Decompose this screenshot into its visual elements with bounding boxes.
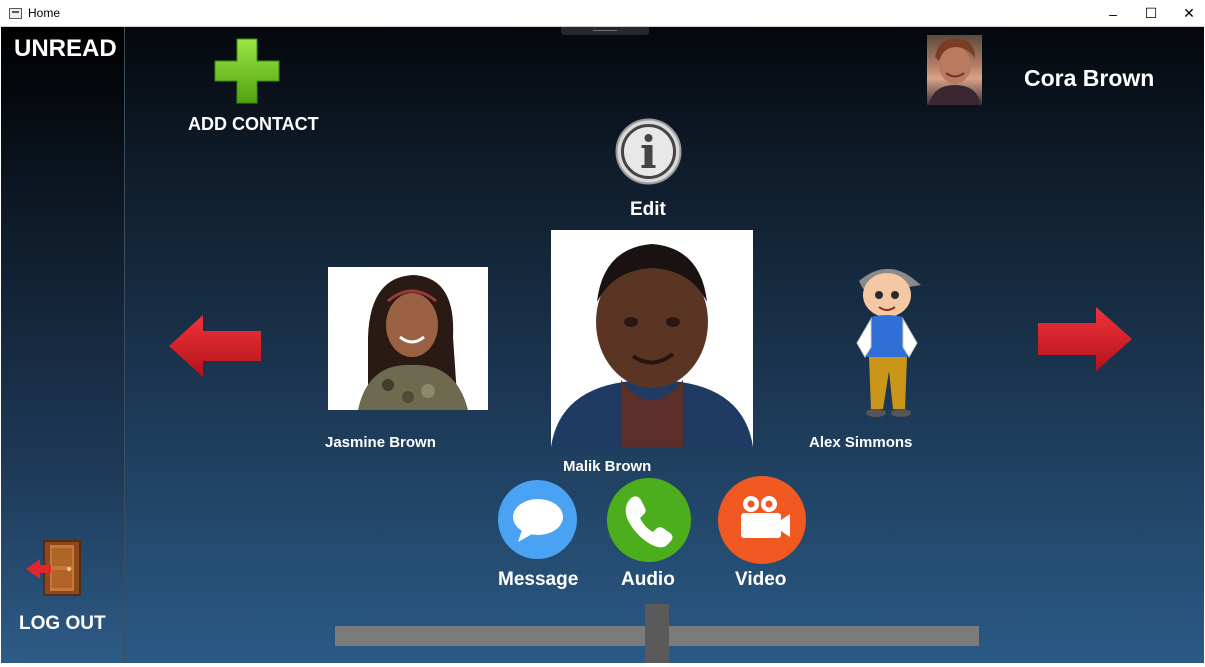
- maximize-button[interactable]: ☐: [1132, 0, 1170, 27]
- close-button[interactable]: ✕: [1170, 0, 1205, 27]
- arrow-left-icon[interactable]: [169, 315, 261, 377]
- arrow-right-icon[interactable]: [1038, 307, 1132, 371]
- contact-photo-left[interactable]: [328, 267, 488, 410]
- contact-photo-center[interactable]: [551, 230, 753, 447]
- contact-name-left: Jasmine Brown: [325, 434, 436, 451]
- contact-name-right: Alex Simmons: [809, 434, 913, 451]
- title-bar: Home – ☐ ✕: [0, 0, 1205, 27]
- unread-button[interactable]: UNREAD: [14, 35, 117, 63]
- current-user-name: Cora Brown: [1024, 65, 1155, 91]
- video-camera-icon: [741, 496, 790, 538]
- pull-handle[interactable]: [561, 27, 649, 35]
- phone-icon: [625, 496, 673, 548]
- logout-button[interactable]: LOG OUT: [19, 613, 106, 635]
- audio-call-button[interactable]: [607, 478, 691, 562]
- video-call-button[interactable]: [718, 476, 806, 564]
- chat-bubble-icon: [513, 499, 563, 542]
- audio-label: Audio: [621, 569, 675, 590]
- plus-icon[interactable]: [213, 37, 281, 105]
- door-exit-icon[interactable]: [24, 539, 84, 597]
- user-avatar[interactable]: [927, 35, 982, 105]
- contact-name-center: Malik Brown: [563, 458, 652, 475]
- minimize-button[interactable]: –: [1094, 0, 1132, 27]
- window-title: Home: [28, 6, 61, 20]
- window-app-icon: [9, 8, 22, 19]
- edit-button[interactable]: Edit: [630, 199, 666, 221]
- cartoon-boy-avatar[interactable]: [849, 259, 929, 419]
- add-contact-button[interactable]: ADD CONTACT: [188, 114, 319, 135]
- sidebar: UNREAD LOG OUT: [1, 27, 125, 663]
- info-icon[interactable]: [615, 118, 682, 185]
- message-button[interactable]: [498, 480, 577, 559]
- home-screen: UNREAD LOG OUT ADD CONTACT Cora Brown Ed…: [1, 27, 1204, 663]
- message-label: Message: [498, 569, 579, 590]
- volume-slider-thumb[interactable]: [645, 604, 669, 663]
- video-label: Video: [735, 569, 787, 590]
